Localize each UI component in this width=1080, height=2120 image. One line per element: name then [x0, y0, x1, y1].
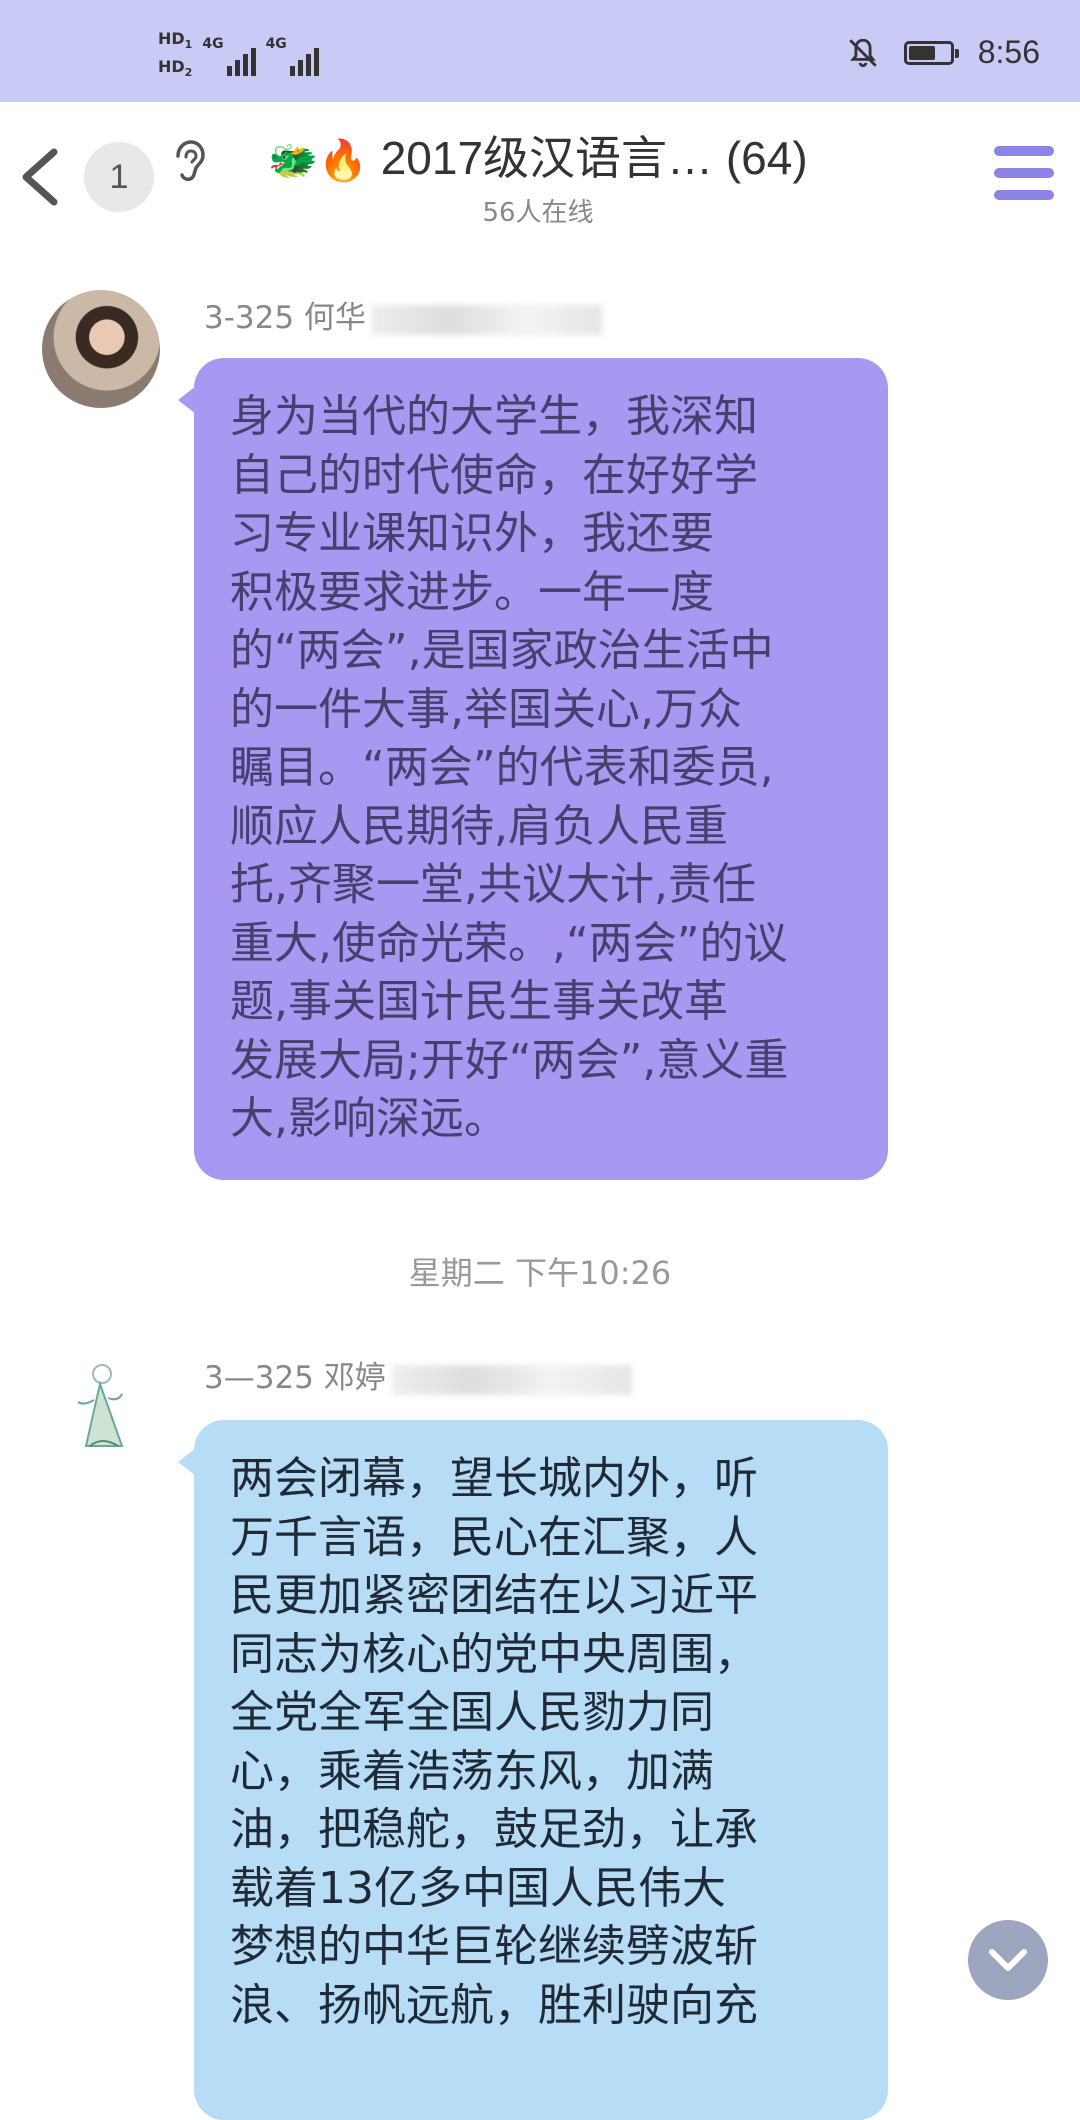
back-arrow-icon[interactable]: [14, 144, 64, 210]
hd1-label: HD1: [158, 29, 193, 52]
avatar[interactable]: [42, 290, 160, 408]
chat-title-area[interactable]: 🐲🔥 2017级汉语言… (64) 56人在线: [228, 122, 848, 229]
network-indicators: HD1 HD2 4G 4G: [158, 30, 319, 82]
group-emoji: 🐲🔥: [268, 139, 368, 183]
status-bar: HD1 HD2 4G 4G 8:56: [0, 0, 1080, 102]
clock: 8:56: [977, 34, 1040, 70]
group-title: 🐲🔥 2017级汉语言… (64): [228, 122, 848, 188]
online-status: 56人在线: [482, 198, 594, 228]
signal-icon: 4G: [202, 36, 256, 77]
chat-header: 1 🐲🔥 2017级汉语言… (64) 56人在线: [0, 102, 1080, 252]
message-bubble[interactable]: 身为当代的大学生，我深知 自己的时代使命，在好好学 习专业课知识外，我还要 积极…: [178, 358, 888, 1180]
menu-icon[interactable]: [994, 146, 1054, 208]
sender-name: 3-325 何华: [204, 292, 602, 337]
message-bubble[interactable]: 两会闭幕，望长城内外，听 万千言语，民心在汇聚，人 民更加紧密团结在以习近平 同…: [178, 1420, 888, 2120]
chevron-down-icon: [989, 1949, 1027, 1971]
message-timestamp: 星期二 下午10:26: [408, 1254, 672, 1292]
battery-icon: [903, 40, 959, 65]
group-name: 2017级汉语言…: [380, 132, 714, 184]
member-count: (64): [725, 132, 808, 184]
hearing-ear-icon[interactable]: [168, 136, 208, 186]
avatar[interactable]: [42, 1350, 160, 1468]
mute-bell-icon: [848, 38, 877, 67]
redacted-info: [391, 1364, 632, 1395]
scroll-to-bottom-button[interactable]: [968, 1920, 1048, 2000]
hd2-label: HD2: [158, 57, 193, 80]
sender-name: 3—325 邓婷: [204, 1352, 632, 1397]
unread-count-badge[interactable]: 1: [84, 142, 154, 212]
redacted-info: [371, 304, 602, 335]
signal-icon: 4G: [266, 36, 319, 77]
